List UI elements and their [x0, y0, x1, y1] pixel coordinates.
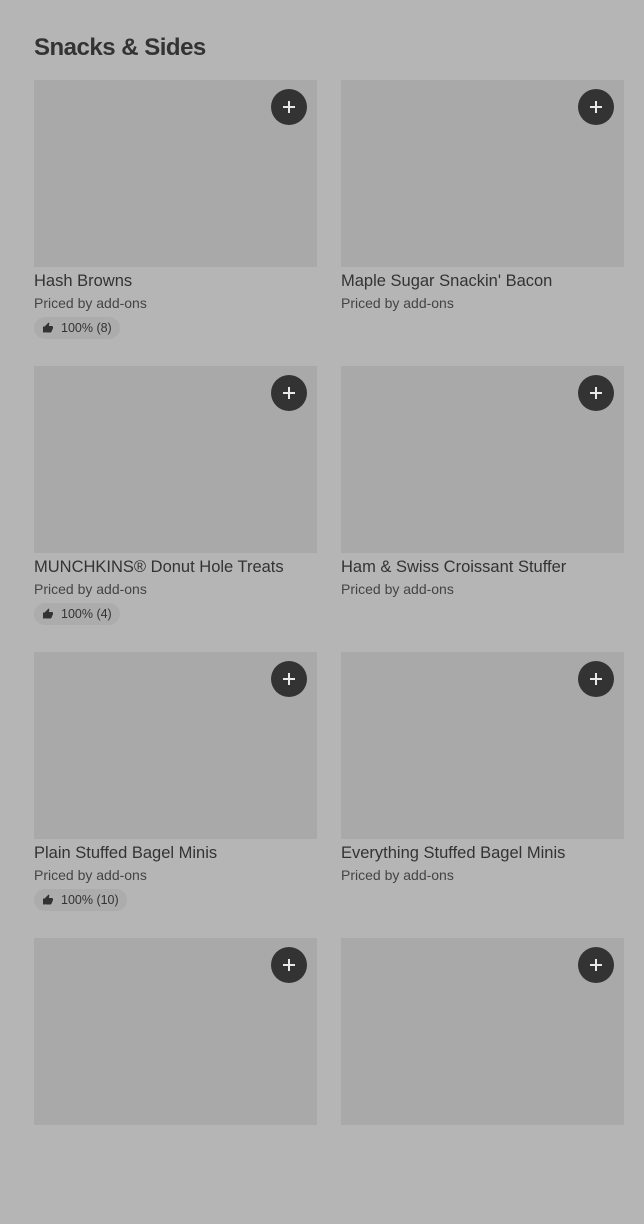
item-price: Priced by add-ons [34, 295, 147, 311]
thumbs-up-icon [42, 894, 54, 906]
item-name[interactable]: Ham & Swiss Croissant Stuffer [341, 557, 624, 577]
menu-item-card[interactable]: Maple Sugar Snackin' Bacon Priced by add… [341, 80, 624, 366]
rating-text: 100% (10) [61, 893, 119, 907]
item-price: Priced by add-ons [34, 867, 147, 883]
item-image[interactable] [341, 938, 624, 1125]
plus-icon [271, 89, 307, 125]
menu-item-card[interactable]: Hash Browns Priced by add-ons 100% (8) [34, 80, 317, 366]
add-to-cart-button[interactable] [578, 89, 614, 125]
item-name[interactable]: Hash Browns [34, 271, 317, 291]
menu-item-card[interactable]: Everything Stuffed Bagel Minis Priced by… [341, 652, 624, 938]
thumbs-up-icon [42, 608, 54, 620]
item-image[interactable] [34, 652, 317, 839]
add-to-cart-button[interactable] [271, 375, 307, 411]
item-price: Priced by add-ons [341, 581, 454, 597]
plus-icon [271, 661, 307, 697]
rating-text: 100% (4) [61, 607, 112, 621]
add-to-cart-button[interactable] [578, 947, 614, 983]
add-to-cart-button[interactable] [578, 375, 614, 411]
menu-item-card[interactable]: Ham & Swiss Croissant Stuffer Priced by … [341, 366, 624, 652]
add-to-cart-button[interactable] [271, 947, 307, 983]
item-image[interactable] [34, 80, 317, 267]
plus-icon [271, 375, 307, 411]
menu-item-card[interactable]: Plain Stuffed Bagel Minis Priced by add-… [34, 652, 317, 938]
item-name[interactable]: Maple Sugar Snackin' Bacon [341, 271, 624, 291]
add-to-cart-button[interactable] [271, 661, 307, 697]
item-name[interactable]: MUNCHKINS® Donut Hole Treats [34, 557, 317, 577]
rating-badge: 100% (10) [34, 889, 127, 911]
plus-icon [578, 661, 614, 697]
plus-icon [578, 947, 614, 983]
item-price: Priced by add-ons [341, 295, 454, 311]
rating-text: 100% (8) [61, 321, 112, 335]
item-image[interactable] [341, 366, 624, 553]
item-price: Priced by add-ons [34, 581, 147, 597]
item-name[interactable]: Everything Stuffed Bagel Minis [341, 843, 624, 863]
thumbs-up-icon [42, 322, 54, 334]
add-to-cart-button[interactable] [271, 89, 307, 125]
menu-item-grid: Hash Browns Priced by add-ons 100% (8) M… [34, 80, 644, 1224]
rating-badge: 100% (8) [34, 317, 120, 339]
plus-icon [271, 947, 307, 983]
item-image[interactable] [341, 652, 624, 839]
item-image[interactable] [34, 366, 317, 553]
item-name[interactable]: Plain Stuffed Bagel Minis [34, 843, 317, 863]
plus-icon [578, 375, 614, 411]
menu-item-card[interactable] [34, 938, 317, 1224]
add-to-cart-button[interactable] [578, 661, 614, 697]
item-image[interactable] [341, 80, 624, 267]
menu-item-card[interactable] [341, 938, 624, 1224]
section-title: Snacks & Sides [34, 34, 206, 61]
menu-item-card[interactable]: MUNCHKINS® Donut Hole Treats Priced by a… [34, 366, 317, 652]
item-image[interactable] [34, 938, 317, 1125]
item-price: Priced by add-ons [341, 867, 454, 883]
plus-icon [578, 89, 614, 125]
rating-badge: 100% (4) [34, 603, 120, 625]
